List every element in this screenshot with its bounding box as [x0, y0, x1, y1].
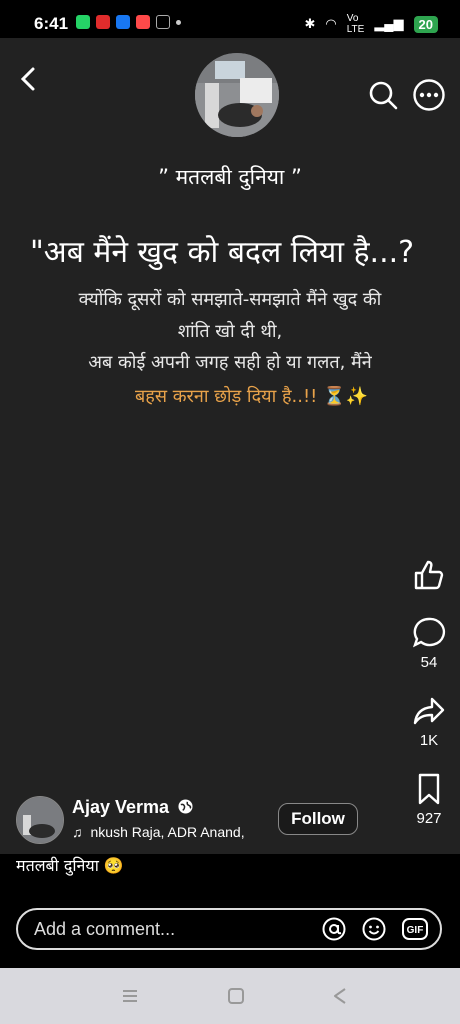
- facebook-icon: [116, 15, 130, 29]
- author-avatar[interactable]: [16, 796, 64, 844]
- reel-post[interactable]: ” मतलबी दुनिया ” "अब मैंने खुद को बदल लि…: [0, 38, 460, 854]
- comment-button[interactable]: 54: [409, 616, 449, 671]
- red-app-icon: [96, 15, 110, 29]
- back-nav-icon[interactable]: [330, 986, 350, 1006]
- wifi-icon: ◠: [325, 16, 337, 31]
- share-count: 1K: [419, 732, 439, 749]
- whatsapp-icon: [76, 15, 90, 29]
- system-nav-bar: [0, 968, 460, 1024]
- like-button[interactable]: [409, 558, 449, 592]
- comment-count: 54: [420, 654, 438, 671]
- follow-button[interactable]: Follow: [278, 803, 358, 835]
- signal-icon: ▂▄▆: [374, 16, 404, 31]
- video-app-icon: [136, 15, 150, 29]
- share-button[interactable]: 1K: [409, 694, 449, 749]
- music-track: nkush Raja, ADR Anand,: [90, 824, 245, 840]
- save-button[interactable]: 927: [409, 772, 449, 827]
- mention-icon[interactable]: [322, 917, 346, 941]
- page-brand-title: ” मतलबी दुनिया ”: [158, 165, 302, 189]
- profile-avatar[interactable]: [195, 53, 279, 137]
- share-arrow-icon: [413, 697, 445, 725]
- more-options-icon[interactable]: [412, 78, 446, 112]
- post-caption: मतलबी दुनिया 🥺: [16, 856, 124, 875]
- post-headline: "अब मैंने खुद को बदल लिया है...?: [30, 235, 415, 270]
- music-info[interactable]: ♫ nkush Raja, ADR Anand,: [72, 824, 245, 840]
- globe-icon: [178, 799, 193, 814]
- post-line-1: क्योंकि दूसरों को समझाते-समझाते मैंने खु…: [78, 289, 382, 310]
- comment-placeholder: Add a comment...: [34, 919, 176, 939]
- comment-input[interactable]: Add a comment... GIF: [16, 908, 442, 950]
- author-name[interactable]: Ajay Verma: [72, 797, 169, 818]
- emoji-icon[interactable]: [362, 917, 386, 941]
- post-line-3: अब कोई अपनी जगह सही हो या गलत, मैंने: [88, 352, 372, 373]
- dot-icon: [176, 19, 181, 25]
- search-icon[interactable]: [368, 80, 398, 110]
- status-time: 6:41: [34, 14, 69, 33]
- comment-tools: GIF: [322, 917, 428, 941]
- comment-bubble-icon: [412, 617, 446, 648]
- post-line-4: बहस करना छोड़ दिया है..!! ⏳✨: [135, 386, 368, 407]
- notification-icons: [76, 15, 181, 29]
- message-icon: [156, 15, 170, 29]
- home-icon[interactable]: [226, 986, 246, 1006]
- recent-apps-icon[interactable]: [120, 986, 140, 1006]
- post-line-2: शांति खो दी थी,: [177, 321, 283, 342]
- thumbs-up-icon: [414, 560, 444, 590]
- save-count: 927: [416, 810, 442, 827]
- gif-icon[interactable]: GIF: [402, 917, 428, 941]
- volte-icon: Vo LTE: [346, 13, 365, 35]
- system-icons: ✱ ◠ Vo LTE ▂▄▆ 20: [304, 13, 438, 35]
- bluetooth-icon: ✱: [304, 16, 316, 31]
- status-bar: 6:41 ✱ ◠ Vo LTE ▂▄▆ 20: [0, 0, 460, 38]
- music-note-icon: ♫: [72, 824, 83, 840]
- battery-icon: 20: [413, 15, 438, 33]
- bookmark-icon: [418, 773, 440, 805]
- back-arrow-icon[interactable]: [16, 66, 42, 92]
- svg-text:GIF: GIF: [407, 925, 424, 936]
